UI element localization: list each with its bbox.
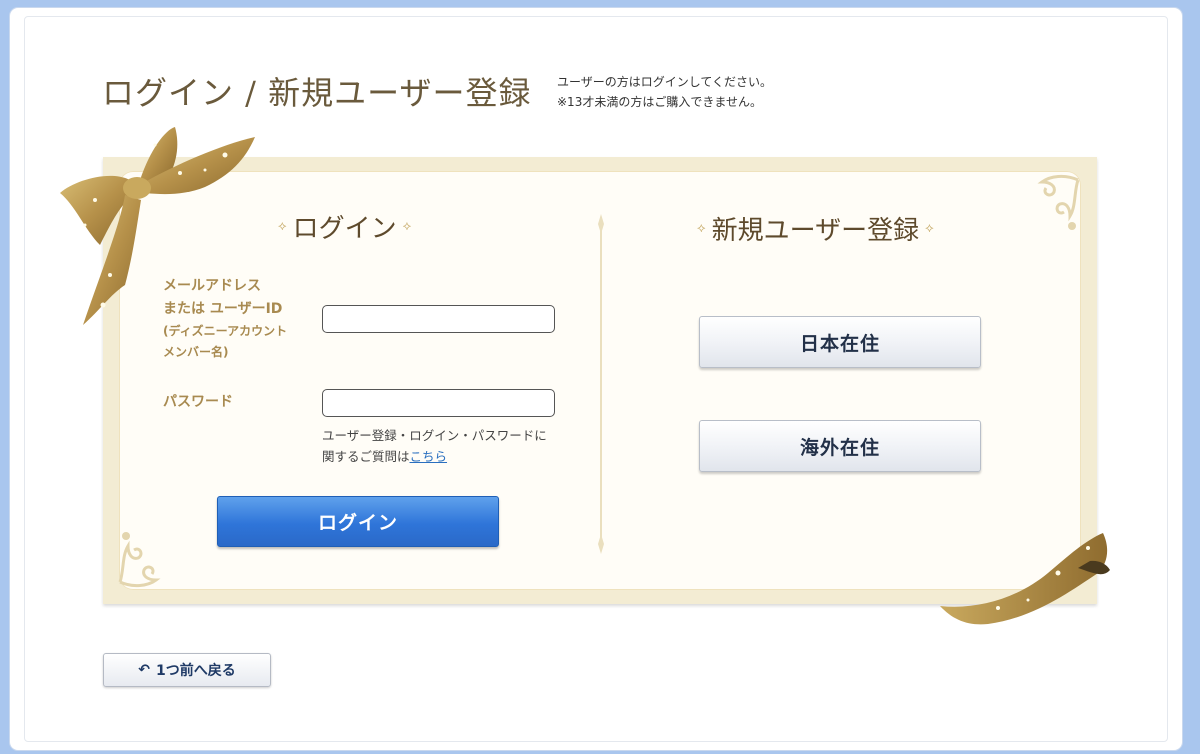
help-link[interactable]: こちら xyxy=(410,449,448,464)
japan-resident-button[interactable]: 日本在住 xyxy=(699,316,981,368)
back-button-label: 1つ前へ戻る xyxy=(155,663,236,679)
ornament-left-icon: ⟡ xyxy=(278,219,287,234)
user-id-input[interactable] xyxy=(322,305,555,333)
ornament-right-icon: ⟡ xyxy=(402,219,412,234)
note-login: ユーザーの方はログインしてください。 xyxy=(557,75,773,89)
note-age: ※13才未満の方はご購入できません。 xyxy=(557,95,762,109)
ornament-right-icon: ⟡ xyxy=(925,221,934,236)
login-heading-text: ログイン xyxy=(292,214,397,244)
header-notes: ユーザーの方はログインしてください。 ※13才未満の方はご購入できません。 xyxy=(557,72,772,112)
id-label-line-4: メンバー名) xyxy=(163,345,229,359)
gold-bow-icon xyxy=(60,127,255,325)
flourish-bottom-left-icon xyxy=(118,532,161,588)
help-text: ユーザー登録・ログイン・パスワードに関するご質問はこちら xyxy=(322,425,552,467)
return-arrow-icon: ↶ xyxy=(138,662,150,678)
column-divider xyxy=(598,214,604,554)
register-heading: ⟡ 新規ユーザー登録 ⟡ xyxy=(697,210,934,247)
back-button[interactable]: ↶ 1つ前へ戻る xyxy=(103,653,271,687)
gold-ribbon-icon xyxy=(940,533,1110,625)
flourish-top-right-icon xyxy=(1037,174,1080,230)
ornament-left-icon: ⟡ xyxy=(697,221,706,236)
page-title: ログイン / 新規ユーザー登録 xyxy=(102,74,532,112)
register-heading-text: 新規ユーザー登録 xyxy=(711,216,920,246)
password-label: パスワード xyxy=(163,394,233,410)
login-heading: ⟡ ログイン ⟡ xyxy=(278,208,411,245)
password-input[interactable] xyxy=(322,389,555,417)
login-button[interactable]: ログイン xyxy=(217,496,499,547)
overseas-resident-button[interactable]: 海外在住 xyxy=(699,420,981,472)
